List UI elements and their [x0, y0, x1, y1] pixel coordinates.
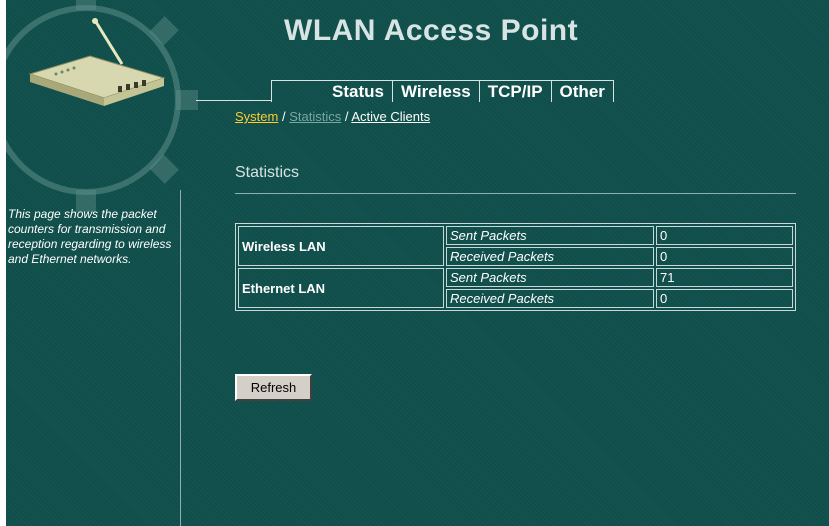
page-frame: WLAN Access Point Status Wireless TCP/IP… — [6, 0, 829, 526]
tab-other[interactable]: Other — [552, 81, 614, 102]
refresh-button[interactable]: Refresh — [235, 374, 312, 401]
stat-value: 0 — [656, 226, 793, 245]
stat-label: Received Packets — [446, 289, 654, 308]
tab-wireless[interactable]: Wireless — [393, 81, 480, 102]
stat-label: Sent Packets — [446, 226, 654, 245]
stat-label: Sent Packets — [446, 268, 654, 287]
table-row: Ethernet LAN Sent Packets 71 — [238, 268, 793, 308]
subnav-active-clients[interactable]: Active Clients — [351, 109, 430, 124]
group-label-wireless-lan: Wireless LAN — [238, 226, 444, 266]
subnav-statistics[interactable]: Statistics — [289, 109, 341, 124]
tab-tcpip[interactable]: TCP/IP — [480, 81, 552, 102]
sidebar-description: This page shows the packet counters for … — [8, 207, 172, 266]
section-divider — [235, 193, 796, 194]
sub-nav: System / Statistics / Active Clients — [235, 109, 430, 124]
table-row: Wireless LAN Sent Packets 0 — [238, 226, 793, 266]
group-label-ethernet-lan: Ethernet LAN — [238, 268, 444, 308]
router-icon — [28, 18, 166, 106]
stat-value: 0 — [656, 247, 793, 266]
page-title: WLAN Access Point — [284, 14, 579, 47]
stat-value: 0 — [656, 289, 793, 308]
tab-status[interactable]: Status — [272, 81, 393, 102]
statistics-table: Wireless LAN Sent Packets 0 Received Pac… — [235, 223, 796, 311]
main-nav: Status Wireless TCP/IP Other — [271, 80, 614, 102]
nav-rule — [196, 100, 271, 101]
sidebar-divider — [180, 190, 181, 526]
section-title: Statistics — [235, 164, 300, 181]
stat-label: Received Packets — [446, 247, 654, 266]
subnav-system[interactable]: System — [235, 109, 278, 124]
stat-value: 71 — [656, 268, 793, 287]
